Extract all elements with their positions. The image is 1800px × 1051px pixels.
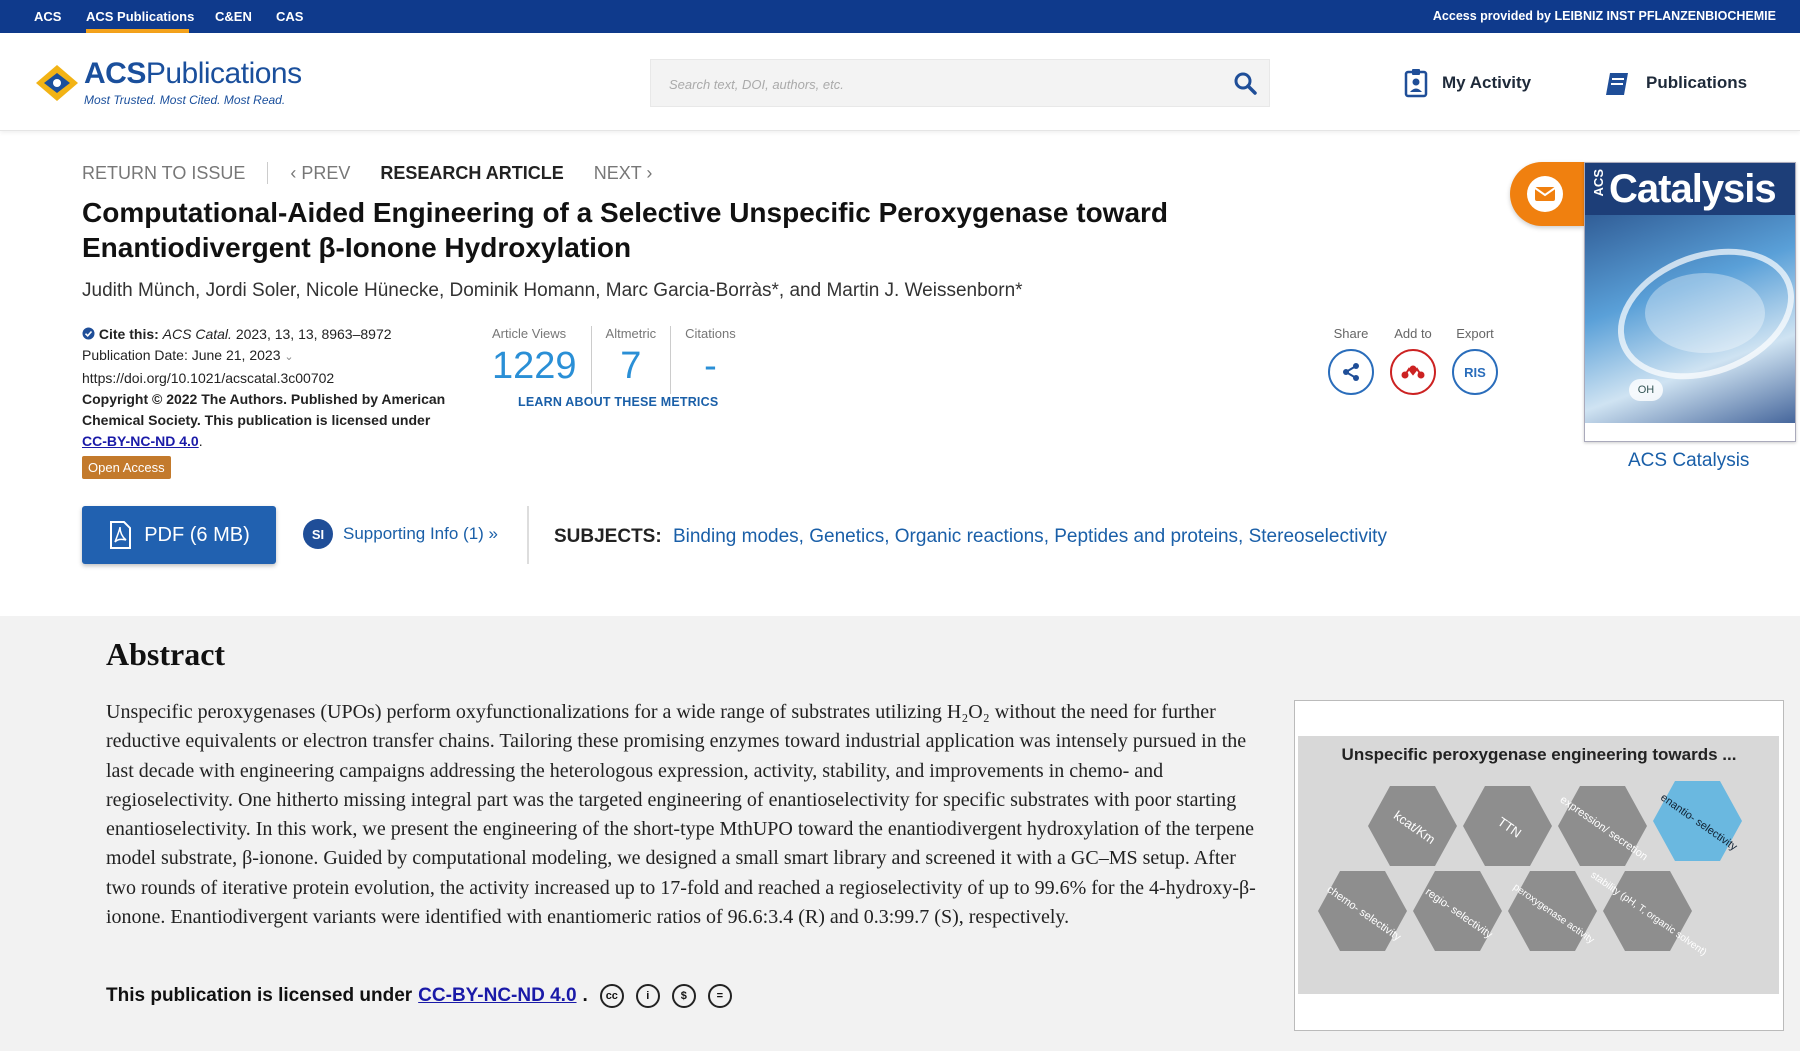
metric-altmetric-label: Altmetric [605, 326, 657, 341]
search-icon[interactable] [1233, 71, 1257, 95]
license-statement: This publication is licensed under CC-BY… [106, 984, 732, 1008]
article-title: Computational-Aided Engineering of a Sel… [82, 197, 1169, 263]
cover-masthead: ACS Catalysis [1585, 163, 1795, 215]
acs-logo-icon[interactable] [34, 63, 80, 103]
share-label: Share [1333, 326, 1369, 341]
subject-link[interactable]: Stereoselectivity [1249, 526, 1387, 547]
share-action: Share [1328, 326, 1374, 395]
subjects-list: SUBJECTS: Binding modes, Genetics, Organ… [554, 526, 1387, 547]
share-icon [1343, 363, 1359, 381]
pdf-button[interactable]: PDF (6 MB) [82, 506, 276, 564]
export-action: Export RIS [1452, 326, 1498, 395]
top-bar: ACS ACS Publications C&EN CAS Access pro… [0, 0, 1800, 33]
logo-wordmark[interactable]: ACSPublications [84, 57, 302, 91]
subjects-label: SUBJECTS: [554, 526, 662, 547]
access-provider: Access provided by LEIBNIZ INST PFLANZEN… [1432, 9, 1776, 23]
export-label: Export [1456, 326, 1494, 341]
metric-views-value: 1229 [492, 345, 577, 387]
mendeley-icon [1401, 365, 1425, 379]
article-actions: Share Add to Export RIS [1328, 326, 1498, 395]
attribution-icon: i [635, 984, 660, 1008]
my-activity-link[interactable]: My Activity [1404, 67, 1531, 99]
article-nav: RETURN TO ISSUE ‹ PREV RESEARCH ARTICLE … [82, 162, 652, 184]
learn-metrics-link[interactable]: LEARN ABOUT THESE METRICS [518, 395, 718, 409]
share-button[interactable] [1328, 349, 1374, 395]
license-link[interactable]: CC-BY-NC-ND 4.0 [82, 433, 199, 449]
topbar-link-acs[interactable]: ACS [34, 0, 61, 33]
pdf-file-icon [110, 521, 132, 549]
publication-date[interactable]: Publication Date: June 21, 2023 [82, 347, 280, 363]
pdf-button-label: PDF (6 MB) [144, 523, 250, 546]
logo-tagline: Most Trusted. Most Cited. Most Read. [84, 93, 286, 107]
subject-link[interactable]: Peptides and proteins [1054, 526, 1238, 547]
noderivs-icon: = [707, 984, 732, 1008]
cover-title: Catalysis [1609, 167, 1777, 211]
site-header: ACSPublications Most Trusted. Most Cited… [0, 33, 1800, 131]
cite-journal: ACS Catal. [162, 326, 232, 342]
abstract-license-link[interactable]: CC-BY-NC-ND 4.0 [418, 985, 576, 1007]
cover-oh-bubble: OH [1629, 379, 1663, 401]
metric-citations-value: - [704, 345, 717, 387]
cite-ref: 2023, 13, 13, 8963–8972 [235, 326, 392, 342]
cc-icon: cc [599, 984, 624, 1008]
citation-meta: Cite this: ACS Catal. 2023, 13, 13, 8963… [82, 324, 452, 479]
add-to-label: Add to [1394, 326, 1432, 341]
publications-icon [1606, 73, 1628, 95]
toc-graphic[interactable]: Unspecific peroxygenase engineering towa… [1294, 700, 1784, 1031]
subject-link[interactable]: Organic reactions [895, 526, 1044, 547]
action-divider [527, 506, 529, 564]
topbar-link-cen[interactable]: C&EN [215, 0, 252, 33]
metric-views-label: Article Views [492, 326, 567, 341]
article-type: RESEARCH ARTICLE [380, 162, 564, 183]
my-activity-label: My Activity [1442, 73, 1532, 92]
copyright-text: Copyright © 2022 The Authors. Published … [82, 391, 446, 428]
toc-puzzle-diagram: kcat/Km TTN expression/ secretion enanti… [1318, 781, 1742, 958]
search-input[interactable] [667, 72, 1211, 96]
subject-link[interactable]: Binding modes [673, 526, 799, 547]
journal-cover[interactable]: ACS Catalysis OH [1584, 162, 1796, 442]
prev-link[interactable]: ‹ PREV [290, 163, 350, 184]
doi-link[interactable]: https://doi.org/10.1021/acscatal.3c00702 [82, 368, 452, 389]
chevron-down-icon[interactable]: ⌄ [284, 351, 293, 363]
license-text: This publication is licensed under [106, 985, 413, 1006]
open-access-badge: Open Access [82, 456, 171, 479]
metric-views: Article Views 1229 [478, 326, 592, 394]
next-link[interactable]: NEXT › [594, 163, 653, 184]
cite-label[interactable]: Cite this: [99, 326, 159, 342]
alerts-tab[interactable] [1510, 162, 1584, 226]
cover-acs: ACS [1591, 169, 1606, 197]
publications-label: Publications [1646, 73, 1748, 92]
verified-check-icon [82, 327, 95, 340]
metric-citations-label: Citations [685, 326, 736, 341]
noncommercial-icon: $ [671, 984, 696, 1008]
cover-footer [1585, 423, 1795, 441]
abstract-text: Unspecific peroxygenases (UPOs) perform … [106, 701, 1256, 929]
publications-link[interactable]: Publications [1604, 67, 1747, 99]
nav-divider [267, 162, 269, 184]
my-activity-icon [1404, 69, 1428, 98]
ris-export-button[interactable]: RIS [1452, 349, 1498, 395]
metric-altmetric-value[interactable]: 7 [606, 345, 657, 388]
cover-glow [1645, 273, 1765, 353]
author-list[interactable]: Judith Münch, Jordi Soler, Nicole Hüneck… [82, 280, 1023, 302]
metric-altmetric[interactable]: Altmetric 7 [592, 326, 672, 394]
topbar-link-cas[interactable]: CAS [276, 0, 303, 33]
search-box [650, 59, 1270, 107]
supporting-info-label: Supporting Info (1) » [343, 524, 498, 543]
subject-link[interactable]: Genetics [809, 526, 884, 547]
abstract-heading: Abstract [106, 636, 226, 672]
return-to-issue-link[interactable]: RETURN TO ISSUE [82, 163, 245, 184]
metric-citations: Citations - [671, 326, 750, 394]
add-to-action: Add to [1390, 326, 1436, 395]
add-to-button[interactable] [1390, 349, 1436, 395]
si-badge: SI [303, 519, 333, 549]
journal-name-link[interactable]: ACS Catalysis [1628, 450, 1749, 472]
envelope-icon [1527, 176, 1563, 212]
supporting-info-link[interactable]: SI Supporting Info (1) » [303, 519, 498, 549]
metrics-panel: Article Views 1229 Altmetric 7 Citations… [478, 326, 750, 394]
